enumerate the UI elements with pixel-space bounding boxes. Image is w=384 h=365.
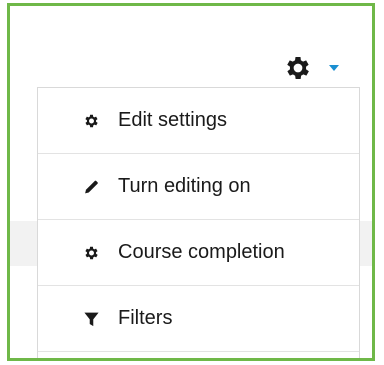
menu-item-label: Turn editing on [118, 174, 251, 197]
menu-item-turn-editing-on[interactable]: Turn editing on [38, 154, 359, 220]
settings-menu-toggle[interactable] [279, 50, 359, 84]
menu-item-course-completion[interactable]: Course completion [38, 220, 359, 286]
pencil-icon [85, 180, 98, 193]
menu-item-edit-settings[interactable]: Edit settings [38, 88, 359, 154]
menu-item-label: Edit settings [118, 108, 227, 131]
gear-icon [287, 57, 309, 79]
caret-down-icon [329, 65, 339, 71]
highlight-frame: Edit settings Turn editing on Course com… [7, 3, 375, 361]
menu-item-label: Course completion [118, 240, 285, 263]
menu-item-filters[interactable]: Filters [38, 286, 359, 352]
settings-dropdown-menu: Edit settings Turn editing on Course com… [37, 87, 360, 358]
gear-icon [85, 246, 98, 259]
menu-item-label: Filters [118, 306, 173, 329]
gear-icon [85, 114, 98, 127]
filter-icon [84, 312, 99, 326]
